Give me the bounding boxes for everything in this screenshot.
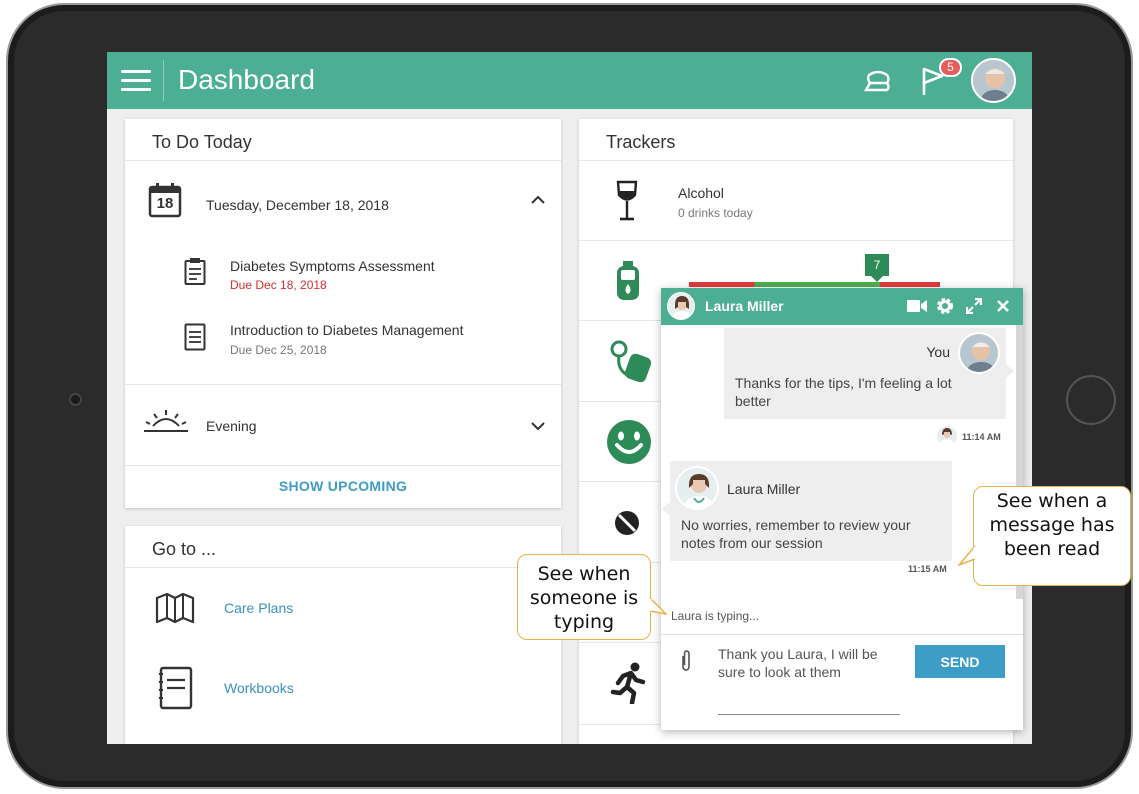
calendar-day: 18 [156,195,174,212]
message-time-you: 11:14 AM [962,432,1001,442]
settings-gear-icon[interactable] [936,297,954,315]
divider [125,567,561,568]
todo-card: To Do Today 18 Tuesday, December 18, 201… [125,119,561,508]
home-button[interactable] [1066,375,1116,425]
care-plans-link[interactable]: Care Plans [224,600,293,616]
blood-pressure-icon [610,340,652,383]
callout-read-text: See when a message has been read [989,490,1115,560]
chat-window: Laura Miller You Thanks for the tips, I'… [661,288,1023,730]
glucose-marker: 7 [865,254,889,276]
task-title[interactable]: Introduction to Diabetes Management [230,322,463,338]
clipboard-icon [184,258,206,285]
you-bubble-tail [1006,364,1014,378]
todo-date: Tuesday, December 18, 2018 [206,197,389,213]
tracker-alcohol-name[interactable]: Alcohol [678,185,724,201]
you-avatar [958,332,1000,374]
pill-icon [615,511,639,535]
task-due: Due Dec 25, 2018 [230,343,327,357]
divider [125,160,561,161]
message-text-you: Thanks for the tips, I'm feeling a lot b… [735,375,952,409]
chat-header: Laura Miller [661,288,1023,325]
evening-label: Evening [206,418,257,434]
workbooks-link[interactable]: Workbooks [224,680,294,696]
sunset-icon [144,410,188,432]
callout-read-pointer [958,545,976,567]
mood-smiley-icon [607,420,651,464]
page-title: Dashboard [178,64,315,95]
document-icon [184,323,206,351]
divider [661,634,1023,635]
menu-icon[interactable] [121,70,151,92]
app-screen: Dashboard 5 To Do Today 18 Tuesday, Dece… [107,52,1032,744]
message-time-laura: 11:15 AM [908,564,947,574]
divider [125,465,561,466]
callout-typing-text: See when someone is typing [529,563,639,633]
chat-contact-name: Laura Miller [705,298,784,314]
user-avatar[interactable] [971,58,1016,103]
task-due: Due Dec 18, 2018 [230,278,327,292]
video-call-icon[interactable] [907,299,927,313]
laura-bubble-tail [662,502,670,516]
messages-icon[interactable] [863,68,893,94]
glucose-marker-pointer [871,276,883,282]
typing-indicator: Laura is typing... [671,609,760,623]
message-sender-laura: Laura Miller [727,481,801,497]
message-sender-you: You [926,344,950,360]
expand-icon[interactable] [966,298,982,314]
message-bubble-you: You Thanks for the tips, I'm feeling a l… [724,328,1006,419]
wine-glass-icon [616,180,638,221]
todo-card-title: To Do Today [152,132,252,152]
callout-read: See when a message has been read [973,486,1131,586]
notification-badge: 5 [939,58,962,77]
trackers-card-title: Trackers [606,132,676,152]
laura-avatar [675,466,719,510]
callout-typing: See when someone is typing [517,554,651,640]
show-upcoming-button[interactable]: SHOW UPCOMING [125,478,561,494]
goto-card: Go to ... Care Plans Workbooks [125,526,561,744]
goto-card-title: Go to ... [152,539,217,559]
task-title[interactable]: Diabetes Symptoms Assessment [230,258,435,274]
message-bubble-laura: Laura Miller No worries, remember to rev… [670,461,952,561]
callout-typing-pointer [649,597,667,615]
close-icon[interactable] [997,300,1009,312]
chevron-up-icon[interactable] [531,195,545,205]
tracker-alcohol-sub: 0 drinks today [678,206,753,220]
message-input[interactable] [718,645,900,715]
attachment-icon[interactable] [680,650,692,672]
chat-contact-avatar [667,292,695,320]
glucose-range-bar [689,282,940,287]
divider [579,240,1013,241]
running-icon [610,662,646,704]
read-receipt-avatar [937,426,957,446]
top-bar: Dashboard 5 [107,52,1032,109]
camera-icon [69,393,82,406]
divider [125,384,561,385]
send-button[interactable]: SEND [915,645,1005,678]
message-text-laura: No worries, remember to review your note… [681,517,911,551]
glucose-meter-icon [617,261,639,300]
header-divider [163,60,164,101]
divider [579,160,1013,161]
map-icon [155,592,195,624]
chevron-down-icon[interactable] [531,421,545,431]
workbook-icon [159,666,193,710]
